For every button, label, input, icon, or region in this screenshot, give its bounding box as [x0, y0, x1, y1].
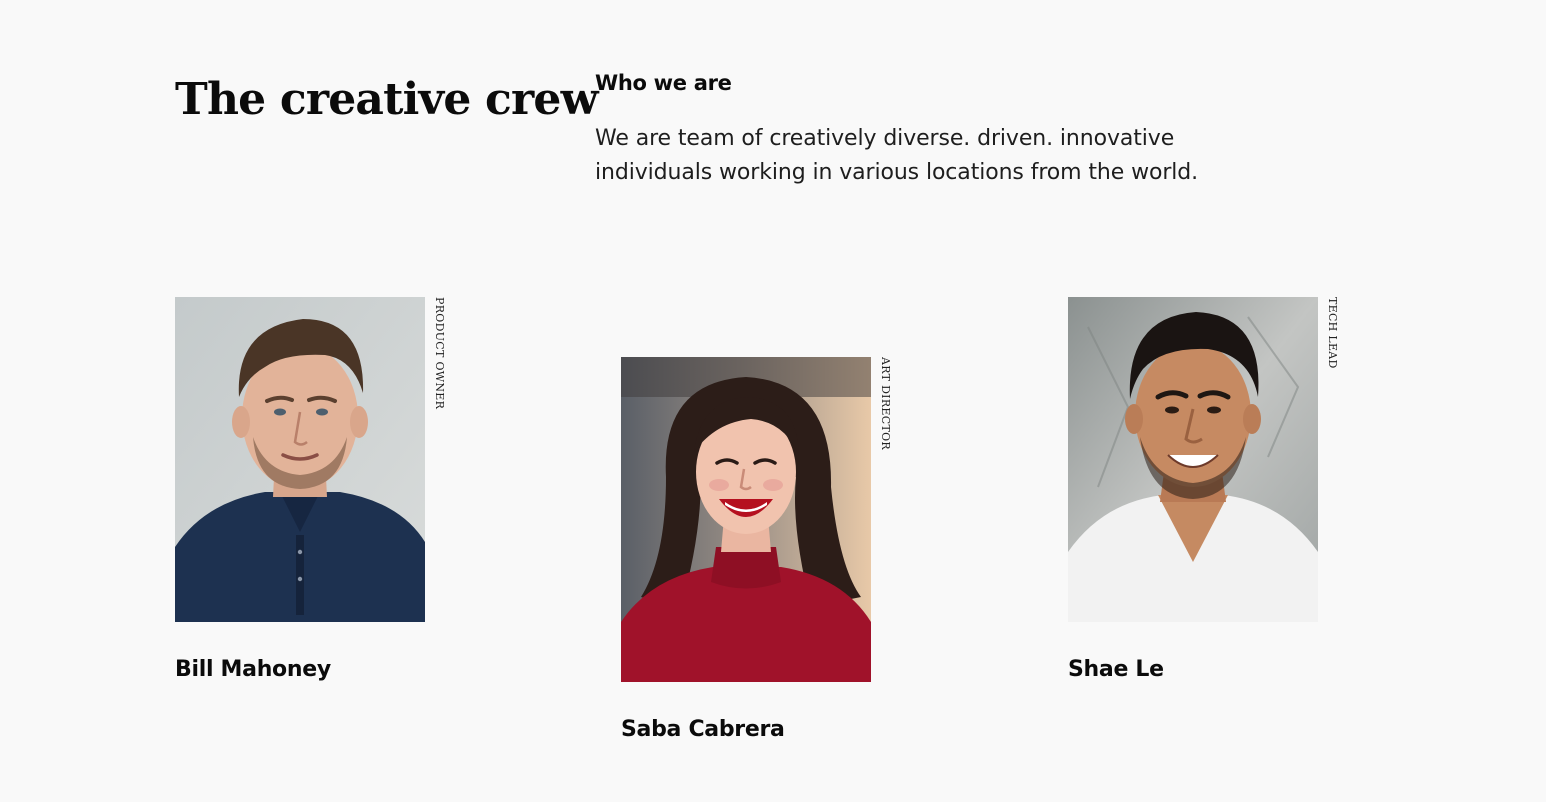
team-member-card: PRODUCT OWNER Bill Mahoney — [175, 297, 465, 682]
section-title: The creative crew — [175, 74, 598, 125]
member-name: Saba Cabrera — [621, 717, 785, 742]
member-role: TECH LEAD — [1326, 297, 1339, 369]
member-photo — [1068, 297, 1318, 622]
portrait-man-white-tshirt — [1068, 297, 1318, 622]
member-photo — [621, 357, 871, 682]
member-photo — [175, 297, 425, 622]
team-member-card: TECH LEAD Shae Le — [1068, 297, 1358, 682]
member-name: Bill Mahoney — [175, 657, 331, 682]
member-role: PRODUCT OWNER — [433, 297, 446, 410]
member-name: Shae Le — [1068, 657, 1164, 682]
portrait-man-navy-polo — [175, 297, 425, 622]
who-we-are-text: We are team of creatively diverse. drive… — [595, 126, 1199, 185]
member-role: ART DIRECTOR — [879, 357, 892, 450]
portrait-woman-red-sweater — [621, 357, 871, 682]
team-member-card: ART DIRECTOR Saba Cabrera — [621, 357, 911, 742]
who-we-are-heading: Who we are — [595, 71, 732, 95]
team-section: The creative crew Who we are We are team… — [0, 0, 1546, 802]
